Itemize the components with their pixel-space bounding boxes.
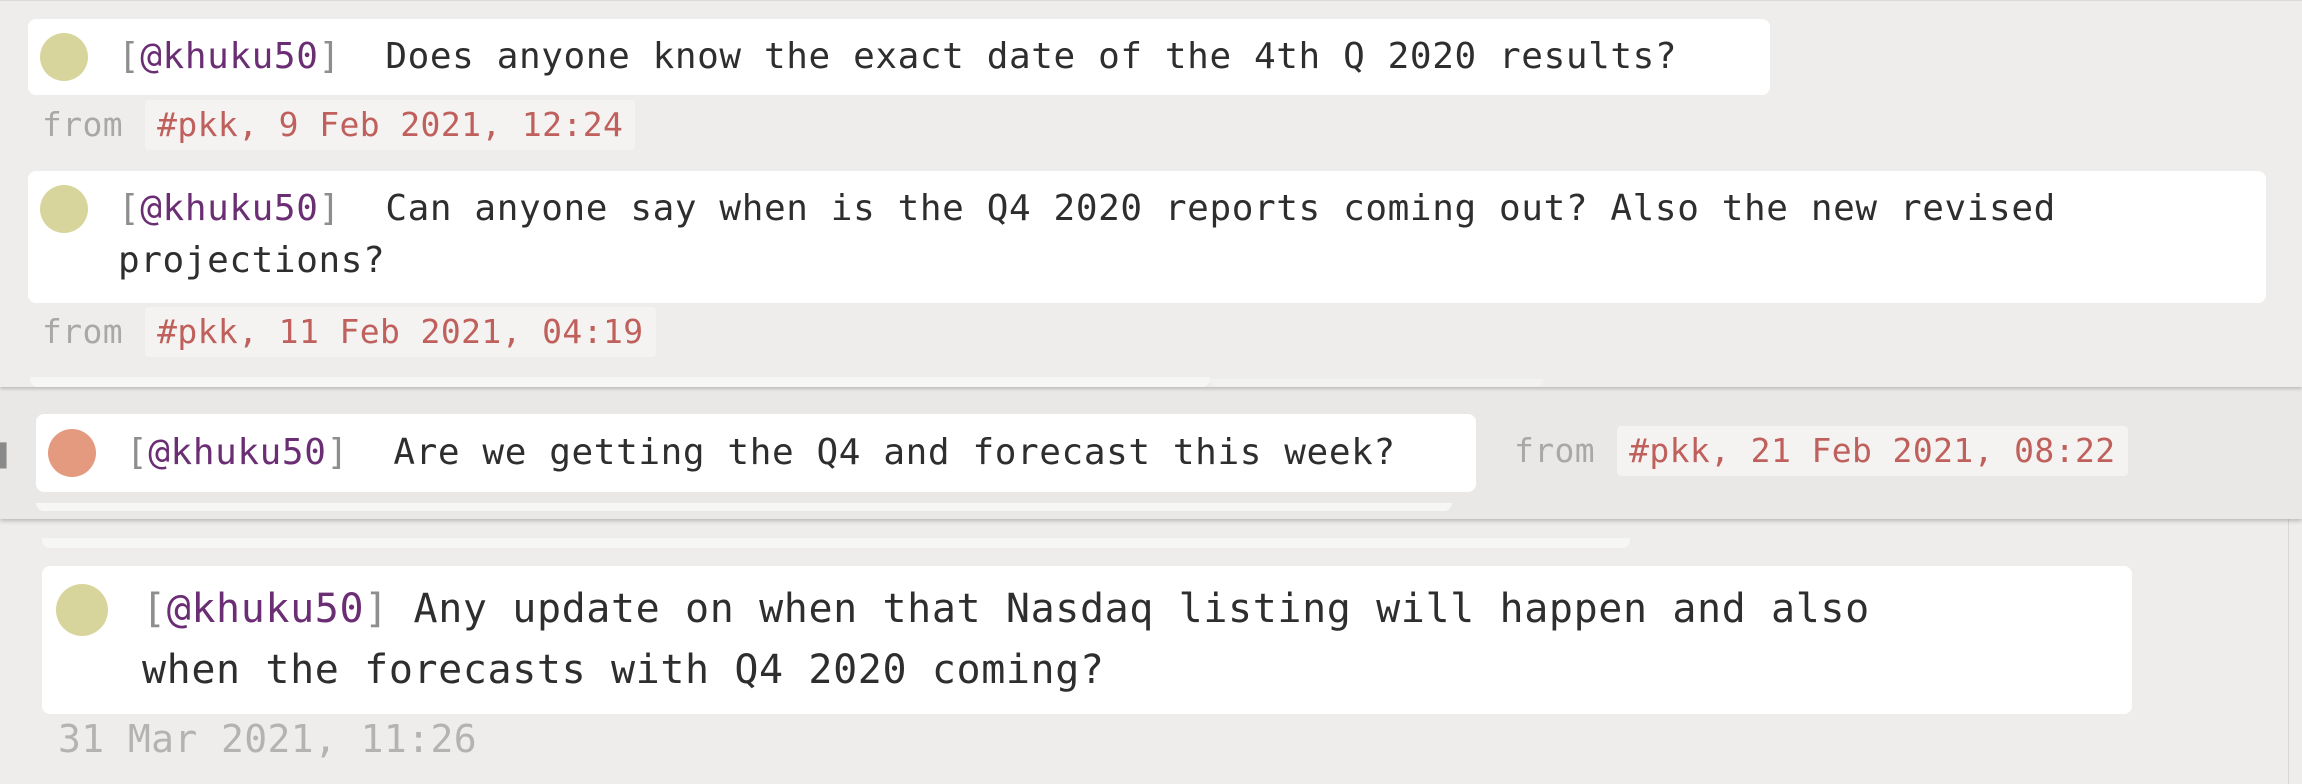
message-text: Can anyone say when is the Q4 2020 repor… (385, 188, 2056, 229)
username-mention[interactable]: @khuku50 (167, 586, 364, 632)
message-meta: from #pkk, 11 Feb 2021, 04:19 (42, 307, 656, 357)
username-mention[interactable]: @khuku50 (148, 432, 326, 473)
drag-handle-icon[interactable]: ▌ (0, 443, 13, 471)
stacked-card-edge (42, 538, 1630, 548)
message-text: Any update on when that Nasdaq listing w… (413, 586, 1870, 632)
bracket-close: ] (318, 188, 341, 229)
channel-timestamp-link[interactable]: #pkk, 11 Feb 2021, 04:19 (145, 307, 656, 357)
thread-rail (2288, 510, 2289, 784)
message-bubble[interactable]: [@khuku50] Any update on when that Nasda… (42, 566, 2132, 714)
message-bubble[interactable]: [@khuku50] Does anyone know the exact da… (28, 19, 1770, 95)
bracket-open: [ (118, 188, 141, 229)
user-avatar[interactable] (48, 429, 96, 477)
user-avatar[interactable] (56, 584, 108, 636)
message-bubble[interactable]: [@khuku50] Are we getting the Q4 and for… (36, 414, 1476, 492)
channel-timestamp-link[interactable]: #pkk, 21 Feb 2021, 08:22 (1617, 426, 2128, 476)
bracket-open: [ (126, 432, 149, 473)
bracket-close: ] (326, 432, 349, 473)
from-label: from (1514, 431, 1596, 470)
username-mention[interactable]: @khuku50 (140, 188, 318, 229)
message-group-bottom: [@khuku50] Any update on when that Nasda… (0, 510, 2302, 784)
stacked-card-edge (30, 377, 1210, 387)
message-meta: from #pkk, 21 Feb 2021, 08:22 (1514, 426, 2128, 476)
message-text-line: [@khuku50] Any update on when that Nasda… (142, 579, 1870, 639)
message-text-continuation: when the forecasts with Q4 2020 coming? (142, 647, 1105, 693)
message-group-collapsed: ▌ [@khuku50] Are we getting the Q4 and f… (0, 378, 2302, 519)
message-text-line: [@khuku50] Are we getting the Q4 and for… (126, 426, 1396, 480)
message-text-line: [@khuku50] Can anyone say when is the Q4… (118, 182, 2056, 236)
bracket-close: ] (318, 36, 341, 77)
message-text: Does anyone know the exact date of the 4… (385, 36, 1678, 77)
message-bubble[interactable]: [@khuku50] Can anyone say when is the Q4… (28, 171, 2266, 303)
from-label: from (42, 312, 124, 351)
user-avatar[interactable] (40, 33, 88, 81)
chat-thread-view: [@khuku50] Does anyone know the exact da… (0, 0, 2302, 784)
bracket-close: ] (364, 586, 389, 632)
user-avatar[interactable] (40, 185, 88, 233)
message-text: Are we getting the Q4 and forecast this … (393, 432, 1396, 473)
message-text-line: [@khuku50] Does anyone know the exact da… (118, 30, 1677, 84)
message-timestamp: 31 Mar 2021, 11:26 (58, 717, 478, 761)
from-label: from (42, 105, 124, 144)
bracket-open: [ (142, 586, 167, 632)
stacked-card-edge (36, 503, 1452, 511)
message-group-stack-top: [@khuku50] Does anyone know the exact da… (0, 0, 2302, 387)
channel-timestamp-link[interactable]: #pkk, 9 Feb 2021, 12:24 (145, 100, 636, 150)
bracket-open: [ (118, 36, 141, 77)
message-text-continuation: projections? (118, 240, 386, 281)
stacked-card-edge (1210, 379, 1544, 387)
username-mention[interactable]: @khuku50 (140, 36, 318, 77)
message-meta: from #pkk, 9 Feb 2021, 12:24 (42, 100, 636, 150)
